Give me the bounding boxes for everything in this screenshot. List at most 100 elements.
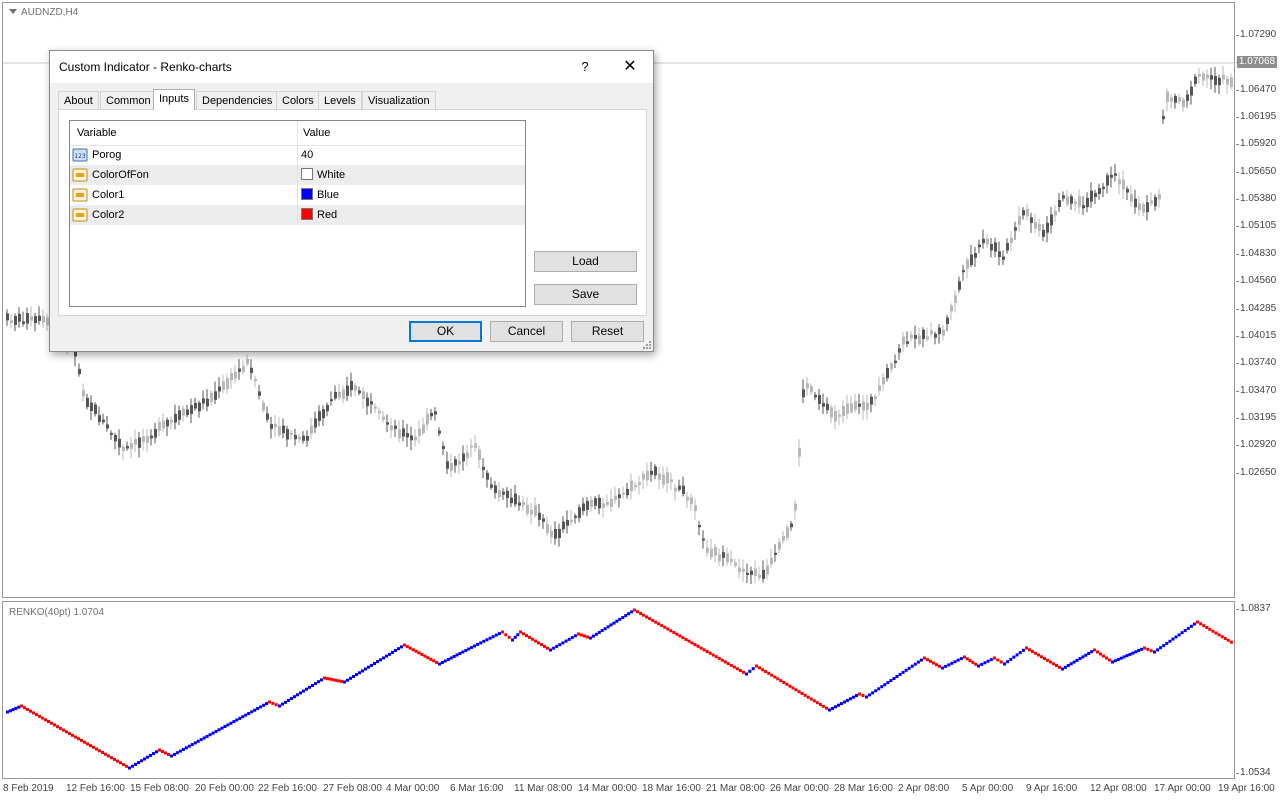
candle-body — [654, 466, 657, 476]
renko-brick-up — [573, 634, 577, 638]
candle-body — [1062, 195, 1065, 199]
help-button[interactable]: ? — [572, 55, 598, 79]
candle-body — [454, 459, 457, 466]
renko-brick-up — [1111, 660, 1114, 664]
price-label: 1.03195 — [1235, 411, 1277, 423]
candle-body — [858, 403, 861, 407]
candle-body — [102, 419, 105, 423]
renko-brick-down — [119, 761, 122, 765]
cancel-button[interactable]: Cancel — [490, 321, 563, 342]
tab-colors[interactable]: Colors — [276, 91, 320, 109]
renko-brick-up — [1116, 658, 1120, 661]
color-param-icon — [72, 168, 88, 182]
candle-body — [854, 401, 857, 410]
candle-body — [578, 507, 581, 518]
renko-brick-up — [470, 646, 474, 649]
renko-brick-down — [794, 688, 798, 692]
candle-body — [146, 436, 149, 443]
renko-indicator-pane[interactable]: RENKO(40pt) 1.0704 — [2, 601, 1235, 779]
renko-brick-up — [919, 658, 923, 662]
renko-brick-up — [373, 662, 376, 665]
candle-body — [686, 496, 689, 501]
tab-common[interactable]: Common — [100, 91, 157, 109]
candle-body — [542, 518, 545, 522]
load-button[interactable]: Load — [534, 251, 637, 272]
price-label: 1.04560 — [1235, 275, 1277, 287]
candle-body — [306, 436, 309, 441]
renko-brick-up — [446, 658, 450, 661]
indicator-price-axis[interactable]: 1.0837 1.0534 — [1236, 601, 1280, 779]
time-label: 26 Mar 00:00 — [770, 783, 829, 794]
renko-brick-up — [1177, 633, 1181, 637]
color-swatch-white[interactable] — [301, 168, 313, 180]
candle-body — [370, 401, 373, 405]
column-header-value[interactable]: Value — [303, 127, 330, 139]
color-swatch-red[interactable] — [301, 208, 313, 220]
tab-about[interactable]: About — [58, 91, 99, 109]
renko-brick-down — [1208, 627, 1212, 631]
tab-levels[interactable]: Levels — [318, 91, 362, 109]
close-button[interactable]: ✕ — [616, 55, 644, 79]
price-axis[interactable]: 1.072901.067401.064701.061951.059201.056… — [1235, 2, 1280, 598]
table-row[interactable]: Color2 Red — [70, 205, 525, 225]
renko-brick-up — [290, 697, 293, 700]
renko-brick-down — [331, 678, 335, 682]
candle-body — [162, 420, 165, 429]
renko-brick-down — [92, 745, 95, 749]
renko-brick-up — [208, 733, 212, 737]
renko-brick-down — [803, 693, 807, 697]
candle-body — [166, 419, 169, 427]
candle-body — [410, 435, 413, 441]
renko-brick-up — [834, 705, 837, 709]
price-label: 1.04015 — [1235, 329, 1277, 341]
custom-indicator-dialog: Custom Indicator - Renko-charts ? ✕ Abou… — [49, 50, 654, 352]
renko-brick-up — [558, 643, 562, 647]
color-swatch-blue[interactable] — [301, 188, 313, 200]
renko-brick-up — [476, 642, 480, 646]
renko-brick-up — [241, 715, 245, 719]
time-label: 28 Mar 16:00 — [834, 783, 893, 794]
renko-brick-up — [265, 702, 268, 706]
renko-brick-down — [639, 612, 643, 615]
tab-inputs[interactable]: Inputs — [153, 89, 195, 110]
variable-value[interactable]: Red — [317, 209, 337, 221]
candle-body — [754, 568, 757, 576]
candle-body — [446, 461, 449, 469]
candle-body — [1206, 74, 1209, 79]
variable-value[interactable]: Blue — [317, 189, 339, 201]
candle-body — [570, 519, 573, 523]
column-header-variable[interactable]: Variable — [77, 127, 117, 139]
tab-visualization[interactable]: Visualization — [362, 91, 436, 109]
candle-body — [198, 402, 201, 412]
tab-dependencies[interactable]: Dependencies — [196, 91, 279, 109]
candle-body — [190, 405, 193, 414]
renko-brick-up — [485, 638, 489, 642]
candle-body — [230, 373, 233, 381]
renko-brick-up — [376, 660, 379, 664]
reset-button[interactable]: Reset — [571, 321, 644, 342]
table-row[interactable]: 123 Porog 40 — [70, 145, 525, 165]
candle-body — [274, 423, 277, 428]
cell-divider — [297, 165, 298, 185]
candle-body — [650, 470, 653, 475]
time-axis[interactable]: 8 Feb 2019 12 Feb 16:00 15 Feb 08:00 20 Feb… — [0, 780, 1280, 800]
renko-brick-up — [1006, 660, 1010, 664]
table-row[interactable]: ColorOfFon White — [70, 165, 525, 185]
renko-brick-down — [20, 704, 23, 708]
candle-body — [1130, 194, 1133, 202]
variable-name: Color2 — [92, 209, 125, 221]
renko-brick-down — [1211, 629, 1215, 633]
candle-body — [970, 254, 973, 265]
table-row[interactable]: Color1 Blue — [70, 185, 525, 205]
save-button[interactable]: Save — [534, 284, 637, 305]
candle-body — [770, 557, 773, 565]
renko-brick-down — [926, 658, 929, 662]
dialog-titlebar[interactable]: Custom Indicator - Renko-charts ? ✕ — [50, 51, 653, 83]
variable-value[interactable]: White — [317, 169, 345, 181]
variable-value[interactable]: 40 — [301, 149, 313, 161]
renko-brick-up — [609, 623, 613, 627]
renko-brick-up — [1192, 622, 1196, 626]
column-divider[interactable] — [297, 121, 298, 145]
ok-button[interactable]: OK — [409, 321, 482, 342]
resize-grip-icon[interactable] — [641, 339, 651, 349]
